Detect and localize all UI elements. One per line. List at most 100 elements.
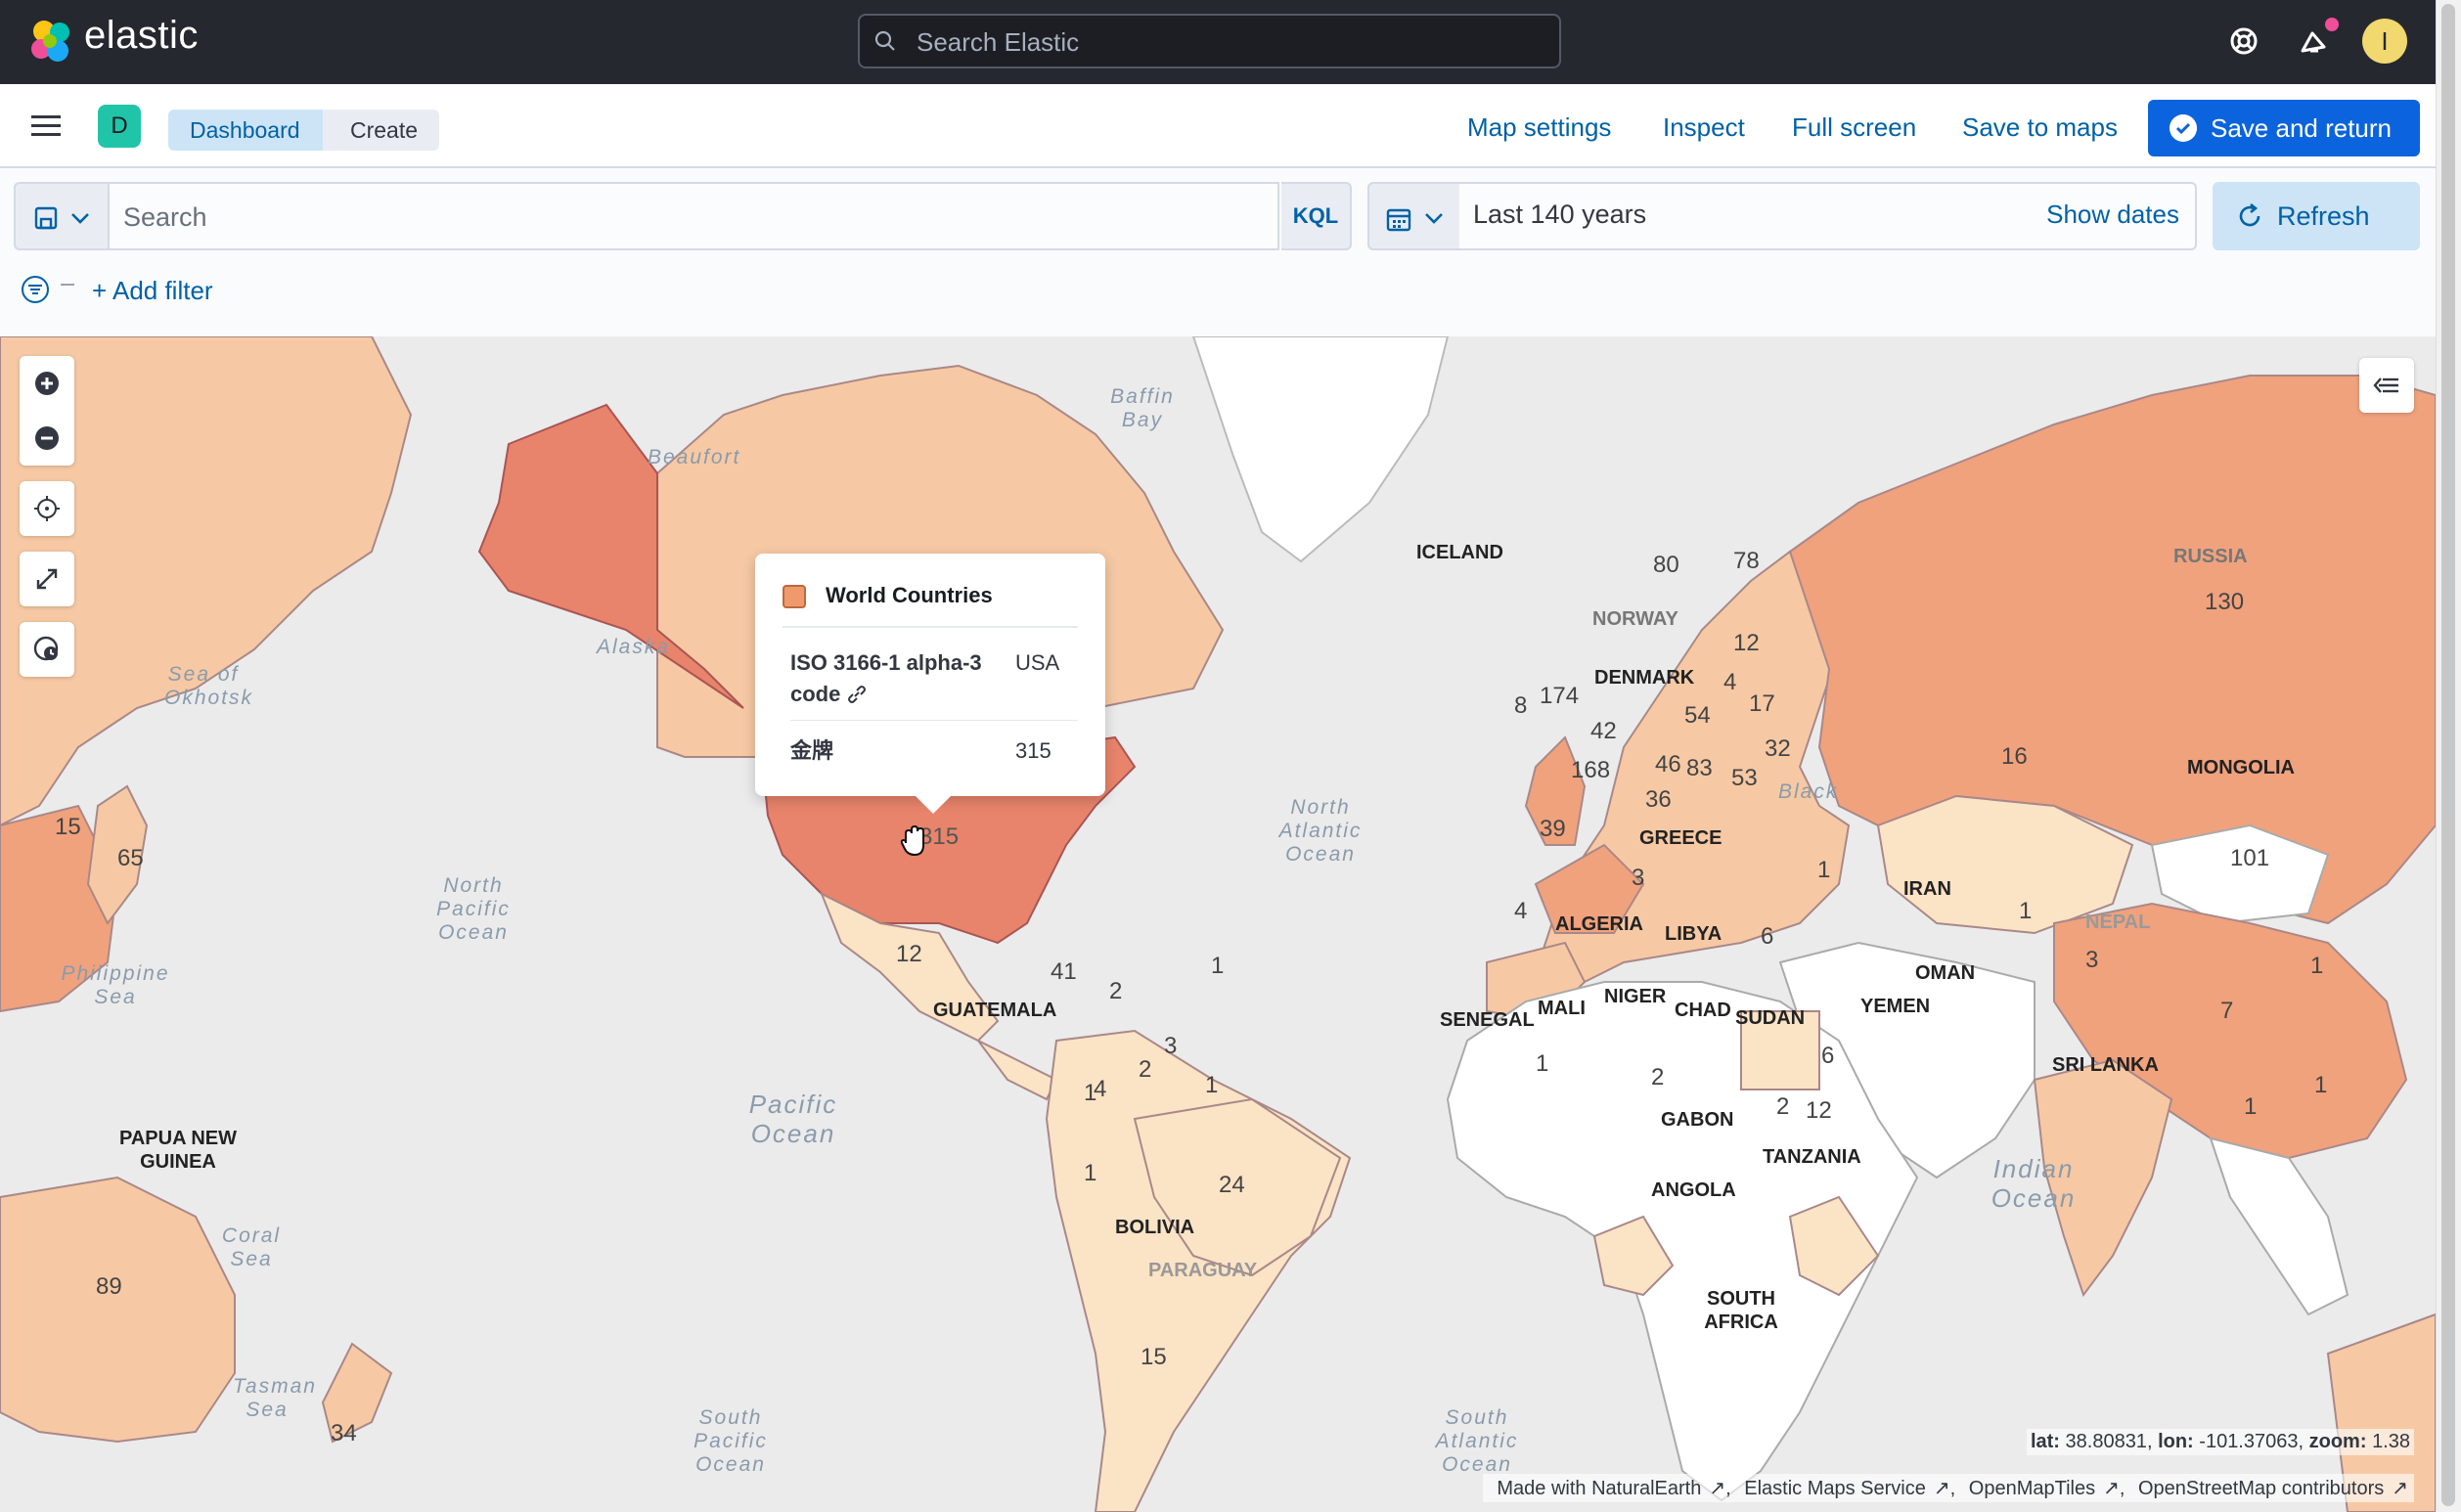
count-label: 1 <box>2019 898 2033 924</box>
count-label: 174 <box>1540 683 1580 709</box>
count-label: 83 <box>1686 755 1713 781</box>
count-label: 17 <box>1749 690 1775 717</box>
date-range-display[interactable]: Last 140 years Show dates <box>1459 182 2197 250</box>
count-label: 1 <box>1211 953 1225 979</box>
world-map[interactable] <box>0 336 2436 1512</box>
sea-label-coral-sea: Coral Sea <box>221 1224 282 1270</box>
legend-toggle-button[interactable] <box>2359 358 2414 413</box>
label-nepal: NEPAL <box>2085 912 2151 933</box>
inspect-link[interactable]: Inspect <box>1663 108 1745 147</box>
count-label: 12 <box>1733 630 1760 656</box>
count-label: 1 <box>1084 1160 1097 1186</box>
tooltip-row-value: USA <box>1015 650 1060 675</box>
map-canvas[interactable]: ICELAND RUSSIA NORWAY DENMARK MONGOLIA G… <box>0 336 2436 1512</box>
breadcrumb-create: Create <box>323 110 440 151</box>
tooltip-row-key: 金牌 <box>790 738 834 763</box>
label-mongolia: MONGOLIA <box>2187 757 2295 778</box>
label-gabon: GABON <box>1661 1109 1734 1131</box>
count-label: 1 <box>1205 1072 1219 1098</box>
show-dates-link[interactable]: Show dates <box>2046 200 2179 230</box>
count-label: 2 <box>1139 1056 1152 1083</box>
date-range-text: Last 140 years <box>1473 200 1647 229</box>
external-link-icon: ↗ <box>1709 1478 1726 1499</box>
query-language-button[interactable]: KQL <box>1281 182 1352 250</box>
fit-to-data-button[interactable] <box>20 552 74 606</box>
scrollbar-thumb[interactable] <box>2441 4 2455 1506</box>
attribution-link[interactable]: Elastic Maps Service <box>1744 1478 1926 1499</box>
full-screen-link[interactable]: Full screen <box>1792 108 1916 147</box>
count-label: 3 <box>1164 1033 1178 1059</box>
timeslider-toggle-button[interactable] <box>20 622 74 677</box>
app-bar: D Dashboard Create Map settings Inspect … <box>0 84 2461 168</box>
count-label: 101 <box>2230 845 2270 871</box>
label-chad: CHAD <box>1675 1000 1731 1021</box>
logo-text: elastic <box>84 14 199 57</box>
filter-menu-icon[interactable] <box>20 274 51 305</box>
set-view-button[interactable] <box>20 481 74 536</box>
menu-icon[interactable] <box>29 110 63 143</box>
zoom-out-button[interactable] <box>20 411 74 466</box>
save-icon <box>34 206 58 230</box>
sea-label-south-pacific: South Pacific Ocean <box>694 1406 768 1476</box>
count-label: 1 <box>2314 1072 2328 1098</box>
zoom-controls <box>20 356 74 466</box>
lon-label: lon: <box>2158 1431 2194 1452</box>
label-libya: LIBYA <box>1665 923 1723 945</box>
count-label: 1 <box>1536 1050 1549 1077</box>
global-search-input[interactable] <box>915 16 1544 68</box>
count-label: 3 <box>1632 865 1645 891</box>
help-icon[interactable] <box>2220 18 2267 65</box>
count-label: 65 <box>117 845 144 871</box>
query-search-field[interactable] <box>108 182 1279 250</box>
calendar-icon <box>1386 208 1411 232</box>
count-label: 24 <box>1219 1172 1245 1198</box>
count-label: 7 <box>2220 998 2234 1024</box>
sea-label-beaufort: Beaufort <box>648 446 741 468</box>
tooltip-layer-name: World Countries <box>826 583 993 607</box>
space-avatar[interactable]: D <box>98 105 141 148</box>
sea-label-south-atlantic: South Atlantic Ocean <box>1435 1406 1519 1476</box>
feature-tooltip: World Countries ISO 3166-1 alpha-3 code … <box>755 554 1105 814</box>
save-to-maps-link[interactable]: Save to maps <box>1962 108 2118 147</box>
plus-circle-icon <box>35 372 59 395</box>
label-sri-lanka: SRI LANKA <box>2052 1054 2159 1076</box>
refresh-button[interactable]: Refresh <box>2213 182 2420 250</box>
label-russia: RUSSIA <box>2173 546 2248 567</box>
label-guatemala: GUATEMALA <box>933 1000 1057 1021</box>
count-label: 15 <box>1141 1344 1167 1370</box>
zoom-value: 1.38 <box>2372 1431 2410 1452</box>
breadcrumb-dashboard[interactable]: Dashboard <box>168 110 337 151</box>
save-and-return-button[interactable]: Save and return <box>2148 100 2420 156</box>
count-label: 80 <box>1653 552 1679 578</box>
query-search-input[interactable] <box>121 194 1201 241</box>
count-label: 53 <box>1731 765 1758 791</box>
user-avatar[interactable]: I <box>2362 19 2407 64</box>
count-label: 54 <box>1684 702 1711 729</box>
page-scrollbar[interactable] <box>2436 0 2461 1512</box>
tooltip-key-text: ISO 3166-1 alpha-3 code <box>790 650 982 706</box>
elastic-logo-icon[interactable] <box>27 18 74 65</box>
attribution-link[interactable]: OpenMapTiles <box>1969 1478 2095 1499</box>
map-attribution: Made with NaturalEarth ↗, Elastic Maps Se… <box>1483 1474 2414 1502</box>
sea-label-north-atlantic: North Atlantic Ocean <box>1278 796 1363 866</box>
zoom-in-button[interactable] <box>20 356 74 411</box>
count-label: 12 <box>896 941 922 967</box>
count-label: 130 <box>2205 589 2245 615</box>
link-icon[interactable] <box>846 684 868 705</box>
count-label: 42 <box>1590 718 1617 744</box>
map-settings-link[interactable]: Map settings <box>1467 108 1611 147</box>
count-label: 39 <box>1540 816 1566 842</box>
count-label: 1 <box>1817 857 1831 883</box>
globe-clock-icon <box>33 636 59 661</box>
attribution-link[interactable]: OpenStreetMap contributors <box>2138 1478 2384 1499</box>
add-filter-button[interactable]: + Add filter <box>92 276 213 306</box>
expand-icon <box>36 568 58 590</box>
attribution-link[interactable]: Made with NaturalEarth <box>1497 1478 1701 1499</box>
quick-date-button[interactable] <box>1367 182 1459 250</box>
global-search[interactable] <box>858 14 1561 68</box>
crosshair-icon <box>34 496 60 521</box>
sea-label-baffin-bay: Baffin Bay <box>1110 385 1175 431</box>
saved-query-button[interactable] <box>14 182 108 250</box>
check-circle-icon <box>2170 114 2197 142</box>
label-yemen: YEMEN <box>1860 996 1931 1017</box>
